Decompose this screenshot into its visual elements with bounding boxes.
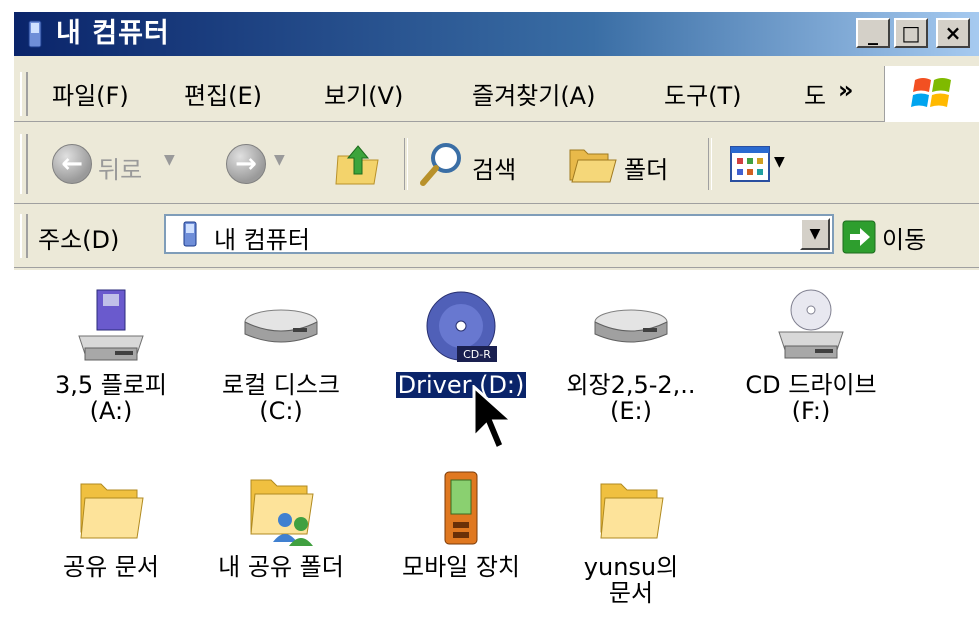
item-label: 모바일 장치	[401, 553, 521, 581]
drive-item-a[interactable]: 3,5 플로피 (A:)	[26, 288, 196, 424]
toolbar-separator	[404, 138, 408, 190]
minimize-button[interactable]: _	[856, 18, 890, 48]
menu-bar: 파일(F) 편집(E) 보기(V) 즐겨찾기(A) 도구(T) 도 »	[14, 66, 979, 122]
menu-overflow-chevron[interactable]: »	[838, 76, 854, 104]
drive-item-e[interactable]: 외장2,5-2,.. (E:)	[546, 288, 716, 424]
cd-drive-icon	[778, 289, 844, 359]
folders-button[interactable]: 폴더	[624, 150, 668, 185]
mouse-pointer-icon	[472, 385, 516, 452]
item-label: 내 공유 폴더	[218, 553, 344, 581]
window-title: 내 컴퓨터	[56, 18, 170, 49]
item-label: 공유 문서	[63, 553, 159, 581]
folders-icon[interactable]	[568, 142, 618, 186]
go-button[interactable]: 이동	[882, 220, 926, 255]
hard-disk-icon	[244, 309, 318, 343]
up-folder-icon[interactable]	[334, 140, 382, 188]
search-button[interactable]: 검색	[472, 150, 516, 185]
forward-arrow-icon[interactable]: →	[226, 144, 266, 184]
folder-icon	[80, 483, 144, 539]
address-grip[interactable]	[20, 214, 28, 258]
drive-item-d[interactable]: CD-R Driver (D:)	[376, 288, 546, 399]
cd-r-badge: CD-R	[463, 348, 491, 361]
my-computer-icon	[28, 20, 42, 48]
item-label: 3,5 플로피 (A:)	[54, 371, 168, 425]
views-icon[interactable]	[730, 146, 770, 182]
folder-item-my-shared[interactable]: 내 공유 폴더	[196, 470, 366, 580]
close-button[interactable]: ×	[936, 18, 970, 48]
back-button[interactable]: 뒤로	[98, 150, 142, 185]
item-label: yunsu의 문서	[583, 553, 679, 607]
windows-logo-icon	[911, 78, 951, 107]
toolbar-separator	[708, 138, 712, 190]
standard-toolbar: ← 뒤로 ▼ → ▼ 검색 폴더 ▼	[14, 124, 979, 204]
shared-folder-icon	[250, 479, 314, 546]
item-label: CD 드라이브 (F:)	[745, 371, 877, 425]
floppy-drive-icon	[78, 289, 144, 361]
drive-item-f[interactable]: CD 드라이브 (F:)	[726, 288, 896, 424]
address-dropdown-button[interactable]: ▼	[800, 218, 830, 250]
mobile-device-icon	[444, 471, 478, 545]
item-label: 로컬 디스크 (C:)	[221, 371, 341, 425]
menu-view[interactable]: 보기(V)	[324, 76, 403, 111]
search-icon[interactable]	[418, 140, 466, 188]
address-bar: 주소(D) 내 컴퓨터 ▼ 이동	[14, 206, 979, 268]
folder-icon	[600, 483, 664, 539]
toolbar-grip[interactable]	[20, 134, 28, 194]
folder-item-yunsu-docs[interactable]: yunsu의 문서	[546, 470, 716, 606]
maximize-button[interactable]: □	[894, 18, 928, 48]
hard-disk-icon	[594, 309, 668, 343]
menu-tools[interactable]: 도구(T)	[664, 76, 742, 111]
back-dropdown-icon[interactable]: ▼	[164, 152, 175, 168]
menu-edit[interactable]: 편집(E)	[184, 76, 262, 111]
menu-favorites[interactable]: 즐겨찾기(A)	[472, 76, 595, 111]
forward-dropdown-icon[interactable]: ▼	[274, 152, 285, 168]
menu-grip[interactable]	[20, 72, 28, 116]
explorer-window: 내 컴퓨터 _ □ × 파일(F) 편집(E) 보기(V) 즐겨찾기(A) 도구…	[12, 10, 979, 639]
title-bar[interactable]: 내 컴퓨터 _ □ ×	[14, 12, 979, 56]
windows-logo-box	[884, 66, 979, 122]
go-arrow-icon[interactable]	[842, 220, 876, 254]
folder-item-shared-docs[interactable]: 공유 문서	[26, 470, 196, 580]
address-value: 내 컴퓨터	[214, 226, 310, 254]
address-input[interactable]: 내 컴퓨터 ▼	[164, 214, 834, 254]
views-dropdown-icon[interactable]: ▼	[774, 154, 785, 170]
back-arrow-icon[interactable]: ←	[52, 144, 92, 184]
menu-file[interactable]: 파일(F)	[52, 76, 129, 111]
menu-help-truncated[interactable]: 도	[804, 76, 826, 111]
device-item-mobile[interactable]: 모바일 장치	[376, 470, 546, 580]
item-label: 외장2,5-2,.. (E:)	[566, 371, 696, 425]
drive-item-c[interactable]: 로컬 디스크 (C:)	[196, 288, 366, 424]
my-computer-icon	[183, 221, 197, 247]
cd-r-icon: CD-R	[426, 291, 497, 362]
address-label: 주소(D)	[38, 226, 120, 254]
